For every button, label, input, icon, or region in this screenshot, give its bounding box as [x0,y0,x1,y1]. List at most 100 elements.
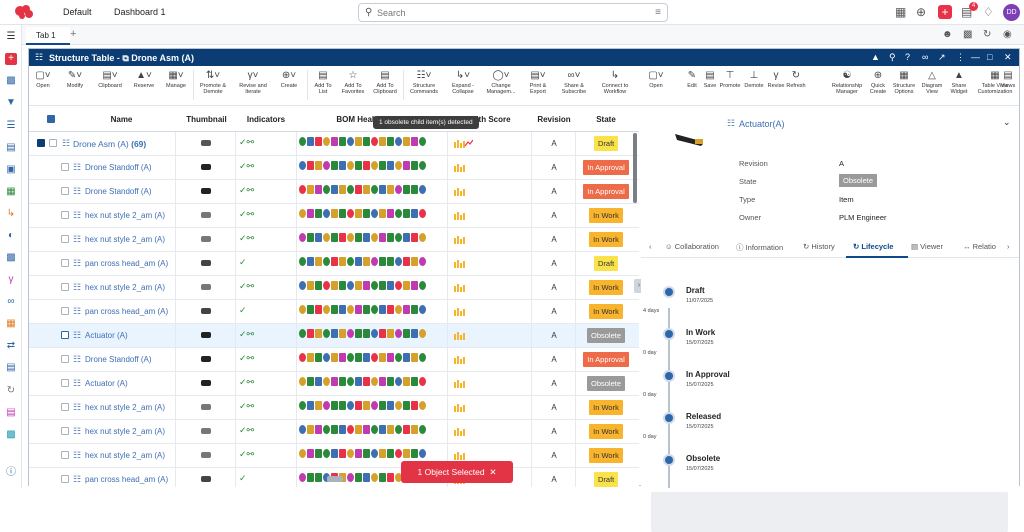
row-name[interactable]: hex nut style 2_am (A) [85,451,165,460]
row-name[interactable]: pan cross head_am (A) [85,475,168,484]
gauge-icon[interactable]: ◐ [5,230,17,242]
lock-icon[interactable]: ▲ [871,52,880,62]
column-state[interactable]: State [577,115,635,124]
column-thumbnail[interactable]: Thumbnail [179,115,234,124]
toolbar-clipboard-button[interactable]: ▤˅ Clipboard [95,69,125,89]
row-name[interactable]: hex nut style 2_am (A) [85,283,165,292]
column-revision[interactable]: Revision [534,115,574,124]
layers-icon[interactable]: ▤ [5,362,17,374]
crumb-dashboard[interactable]: Dashboard 1 [114,7,166,17]
link-icon[interactable]: ∞ [922,52,928,62]
row-checkbox[interactable] [61,283,69,291]
table-row[interactable]: ☷ hex nut style 2_am (A) ✓⚯ A In Work [29,228,639,252]
grid-scrollbar[interactable] [633,133,637,203]
toolbar-structure-commands-button[interactable]: ☷˅ Structure Commands [407,69,441,95]
maximize-icon[interactable]: □ [987,52,992,62]
row-checkbox[interactable] [61,307,69,315]
table-row[interactable]: ☷ hex nut style 2_am (A) ✓⚯ A In Work [29,420,639,444]
row-name[interactable]: hex nut style 2_am (A) [85,235,165,244]
toolbar-modify-button[interactable]: ✎˅ Modify [63,69,87,89]
table-row[interactable]: ☷ Actuator (A) ✓⚯ A Obsolete [29,372,639,396]
table-row[interactable]: ☷ hex nut style 2_am (A) ✓⚯ A In Work [29,396,639,420]
tab-history[interactable]: ↻ History [803,242,835,251]
help-icon[interactable]: ? [905,52,910,62]
tab-1[interactable]: Tab 1 [26,27,70,45]
row-checkbox[interactable] [61,211,69,219]
toolbar-print-export-button[interactable]: ▤˅ Print & Export [525,69,551,95]
row-checkbox[interactable] [61,235,69,243]
tab-lifecycle[interactable]: ↻ Lifecycle [853,242,893,251]
row-checkbox[interactable] [61,451,69,459]
column-name[interactable]: Name [69,115,174,124]
chevron-down-icon[interactable]: ⌄ [1003,117,1011,128]
close-icon[interactable]: ✕ [1004,52,1012,63]
eye-icon[interactable]: ◉ [1003,29,1012,40]
minimize-icon[interactable]: — [971,52,980,62]
row-checkbox[interactable] [61,355,69,363]
subtab-prev-icon[interactable]: ‹ [649,242,652,251]
details-promote-button[interactable]: ⊤ Promote [719,69,741,89]
table-icon[interactable]: ▦ [5,186,17,198]
toolbar-add-to-clipboard-button[interactable]: ▤ Add To Clipboard [371,69,399,95]
toolbar-promote-button[interactable]: ⇅˅ Promote & Demote [197,69,229,95]
table-row[interactable]: ☷ pan cross head_am (A) ✓ A Draft [29,252,639,276]
row-name[interactable]: hex nut style 2_am (A) [85,403,165,412]
network-icon[interactable]: ∞ [5,296,17,308]
history-icon[interactable]: ↻ [5,385,17,397]
toolbar-expand-collapse-button[interactable]: ↳˅ Expand - Collapse [447,69,479,95]
search-icon[interactable]: ⚲ [889,52,896,63]
search-input[interactable]: ⚲ Search ≡ [358,3,668,22]
document-icon[interactable]: ▤ [5,142,17,154]
details-title[interactable]: Actuator(A) [739,119,785,129]
table-row[interactable]: ☷ Drone Asm (A) (69) ✓⚯ A Draft [29,132,639,156]
details-save-button[interactable]: ▤ Save [699,69,721,89]
crumb-default[interactable]: Default [63,7,92,17]
expand-toggle[interactable] [37,139,45,147]
arrows-icon[interactable]: ⇄ [5,340,17,352]
add-icon[interactable]: + [5,53,17,65]
tab-information[interactable]: ⓘ Information [736,242,783,253]
details-demote-button[interactable]: ⊥ Demote [743,69,765,89]
tab-collaboration[interactable]: ☺ Collaboration [665,242,719,251]
menu-icon[interactable]: ☰ [5,31,17,43]
toolbar-manage-button[interactable]: ▦˅ Manage [163,69,189,89]
toolbar-add-to-list-button[interactable]: ▤ Add To List [311,69,335,95]
chart-icon[interactable]: ▩ [5,252,17,264]
toolbar-create-button[interactable]: ⊕˅ Create [277,69,301,89]
table-row[interactable]: ☷ Drone Standoff (A) ✓⚯ A In Approval [29,156,639,180]
add-tab-icon[interactable]: + [70,28,76,40]
row-name[interactable]: pan cross head_am (A) [85,307,168,316]
help-icon[interactable]: ⓘ [5,467,17,479]
briefcase-icon[interactable]: ▩ [963,29,972,40]
row-name[interactable]: Actuator (A) [85,379,128,388]
share-widget-button[interactable]: ▲ Share Widget [947,69,971,95]
table-row[interactable]: ☷ hex nut style 2_am (A) ✓⚯ A In Work [29,276,639,300]
details-revise-button[interactable]: γ Revise [765,69,787,89]
row-name[interactable]: Drone Standoff (A) [85,355,152,364]
app-logo-icon[interactable] [12,3,36,21]
row-checkbox[interactable] [61,187,69,195]
toolbar-connect-workflow-button[interactable]: ↳ Connect to Workflow [597,69,633,95]
hierarchy-icon[interactable]: ↳ [5,208,17,220]
row-name[interactable]: Drone Standoff (A) [85,163,152,172]
toolbar-revise-button[interactable]: γ˅ Revise and Iterate [235,69,271,95]
bell-icon[interactable]: ♢ [983,5,994,19]
row-name[interactable]: Actuator (A) [85,331,128,340]
column-indicators[interactable]: Indicators [236,115,296,124]
sync-icon[interactable]: ↻ [983,29,991,40]
quick-create-button[interactable]: ⊕ Quick Create [867,69,889,95]
table-row[interactable]: ☷ hex nut style 2_am (A) ✓⚯ A In Work [29,444,639,468]
branch-icon[interactable]: γ [5,274,17,286]
share-icon[interactable]: ↗ [938,52,946,63]
clipboard-icon[interactable]: ▣ [5,164,17,176]
row-checkbox[interactable] [61,379,69,387]
filter-funnel-icon[interactable]: ▼ [5,97,17,109]
window-icon[interactable]: ▩ [5,75,17,87]
toolbar-reserve-button[interactable]: ▲˅ Reserve [131,69,157,89]
report-icon[interactable]: ▤ [5,407,17,419]
tab-viewer[interactable]: ▤ Viewer [911,242,943,251]
calendar-icon[interactable]: ▦ [5,318,17,330]
create-plus-icon[interactable]: + [938,5,952,19]
select-all-checkbox[interactable] [47,115,55,123]
tab-relations[interactable]: ↔ Relatio [963,242,996,251]
